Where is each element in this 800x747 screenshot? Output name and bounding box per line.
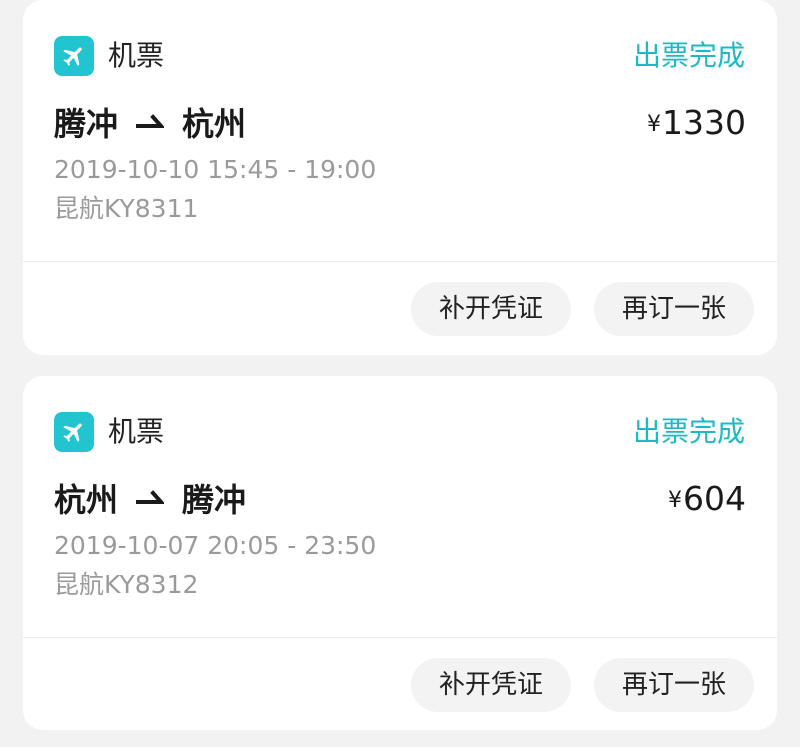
flight-route: 杭州 腾冲 <box>54 476 246 520</box>
order-summary: 机票 出票完成 杭州 腾冲 ¥ 604 2019-10-07 20:05 - 2… <box>23 376 777 637</box>
order-category: 机票 <box>108 39 165 72</box>
flight-number: 昆航KY8311 <box>54 194 199 223</box>
book-again-button[interactable]: 再订一张 <box>594 282 754 336</box>
order-actions: 补开凭证 再订一张 <box>23 638 777 730</box>
price-amount: 604 <box>683 478 746 518</box>
order-summary: 机票 出票完成 腾冲 杭州 ¥ 1330 2019-10-10 15:45 - … <box>23 0 777 261</box>
origin-city: 杭州 <box>54 481 119 519</box>
reissue-voucher-button[interactable]: 补开凭证 <box>411 282 571 336</box>
origin-city: 腾冲 <box>54 105 119 143</box>
order-price: ¥ 1330 <box>647 100 746 144</box>
flight-route: 腾冲 杭州 <box>54 100 246 144</box>
flight-datetime: 2019-10-10 15:45 - 19:00 <box>54 155 377 184</box>
one-way-arrow-icon <box>136 490 165 506</box>
destination-city: 腾冲 <box>182 481 247 519</box>
flight-datetime: 2019-10-07 20:05 - 23:50 <box>54 531 377 560</box>
reissue-voucher-button[interactable]: 补开凭证 <box>411 658 571 712</box>
order-category: 机票 <box>108 415 165 448</box>
order-price: ¥ 604 <box>668 476 746 520</box>
order-status: 出票完成 <box>632 415 745 448</box>
airplane-icon <box>54 36 94 76</box>
price-amount: 1330 <box>662 102 746 142</box>
flight-order-card[interactable]: 机票 出票完成 杭州 腾冲 ¥ 604 2019-10-07 20:05 - 2… <box>23 376 777 730</box>
airplane-icon <box>54 412 94 452</box>
order-status: 出票完成 <box>632 39 745 72</box>
flight-number: 昆航KY8312 <box>54 570 199 599</box>
one-way-arrow-icon <box>136 114 165 130</box>
flight-order-card[interactable]: 机票 出票完成 腾冲 杭州 ¥ 1330 2019-10-10 15:45 - … <box>23 0 777 355</box>
currency-symbol: ¥ <box>647 111 662 137</box>
destination-city: 杭州 <box>182 105 247 143</box>
book-again-button[interactable]: 再订一张 <box>594 658 754 712</box>
currency-symbol: ¥ <box>668 487 682 513</box>
order-actions: 补开凭证 再订一张 <box>23 262 777 355</box>
